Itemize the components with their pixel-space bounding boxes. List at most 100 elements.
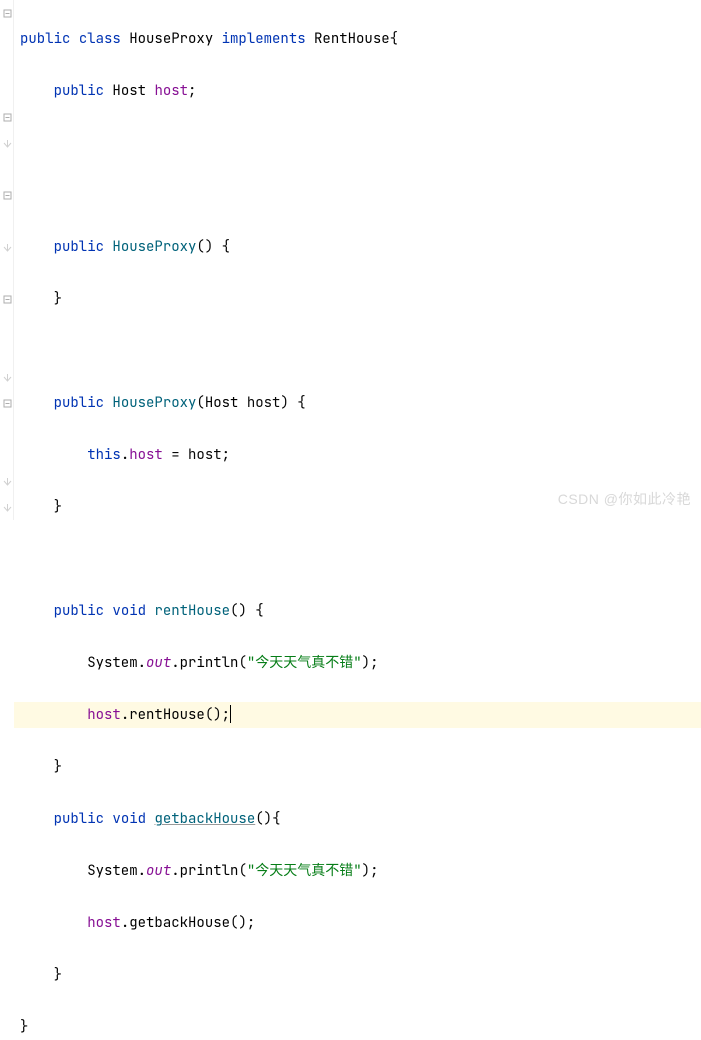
keyword: void bbox=[112, 810, 146, 828]
semicolon: ; bbox=[222, 706, 230, 724]
type-name: Host bbox=[112, 82, 146, 100]
text-caret bbox=[230, 705, 231, 723]
method-call: rentHouse bbox=[129, 706, 205, 724]
code-line[interactable]: public class HouseProxy implements RentH… bbox=[14, 26, 701, 52]
fold-icon[interactable] bbox=[2, 112, 12, 122]
paren: ) bbox=[238, 914, 246, 932]
fold-icon[interactable] bbox=[2, 398, 12, 408]
brace: } bbox=[54, 966, 62, 984]
keyword: public bbox=[20, 30, 70, 48]
code-line-current[interactable]: host.rentHouse(); bbox=[14, 702, 701, 728]
brace: { bbox=[390, 30, 398, 48]
string-literal: "今天天气真不错" bbox=[247, 654, 362, 672]
fold-end-icon[interactable] bbox=[2, 242, 12, 252]
brace: { bbox=[272, 810, 280, 828]
class-ref: System bbox=[87, 654, 137, 672]
keyword: class bbox=[79, 30, 121, 48]
dot: . bbox=[171, 654, 179, 672]
editor-gutter bbox=[0, 0, 14, 520]
code-line[interactable]: public HouseProxy(Host host) { bbox=[14, 390, 701, 416]
field-name: host bbox=[154, 82, 188, 100]
constructor-name: HouseProxy bbox=[112, 238, 196, 256]
code-line[interactable]: System.out.println("今天天气真不错"); bbox=[14, 650, 701, 676]
brace: { bbox=[222, 238, 230, 256]
method-name: getbackHouse bbox=[154, 810, 255, 828]
paren: ( bbox=[230, 914, 238, 932]
paren: ) bbox=[238, 602, 246, 620]
static-field: out bbox=[146, 654, 171, 672]
semicolon: ; bbox=[222, 446, 230, 464]
code-editor[interactable]: public class HouseProxy implements RentH… bbox=[14, 0, 701, 1040]
dot: . bbox=[121, 914, 129, 932]
code-line[interactable] bbox=[14, 546, 701, 572]
fold-icon[interactable] bbox=[2, 190, 12, 200]
brace: } bbox=[54, 290, 62, 308]
brace: } bbox=[54, 758, 62, 776]
code-line[interactable]: host.getbackHouse(); bbox=[14, 910, 701, 936]
method-name: rentHouse bbox=[154, 602, 230, 620]
keyword: this bbox=[87, 446, 121, 464]
semicolon: ; bbox=[370, 654, 378, 672]
code-line[interactable]: System.out.println("今天天气真不错"); bbox=[14, 858, 701, 884]
paren: ) bbox=[264, 810, 272, 828]
keyword: public bbox=[54, 810, 104, 828]
code-line[interactable]: public void rentHouse() { bbox=[14, 598, 701, 624]
constructor-name: HouseProxy bbox=[112, 394, 196, 412]
paren: ( bbox=[230, 602, 238, 620]
code-line[interactable]: } bbox=[14, 494, 701, 520]
code-line[interactable] bbox=[14, 182, 701, 208]
fold-icon[interactable] bbox=[2, 8, 12, 18]
keyword: public bbox=[54, 238, 104, 256]
code-line[interactable]: } bbox=[14, 286, 701, 312]
code-line[interactable]: public Host host; bbox=[14, 78, 701, 104]
keyword: public bbox=[54, 602, 104, 620]
fold-end-icon[interactable] bbox=[2, 372, 12, 382]
keyword: implements bbox=[222, 30, 306, 48]
paren: ( bbox=[238, 862, 246, 880]
param-name: host bbox=[247, 394, 281, 412]
code-line[interactable]: public void getbackHouse(){ bbox=[14, 806, 701, 832]
method-call: getbackHouse bbox=[129, 914, 230, 932]
fold-end-icon[interactable] bbox=[2, 138, 12, 148]
paren: ) bbox=[280, 394, 288, 412]
paren: ) bbox=[362, 862, 370, 880]
interface-name: RentHouse bbox=[314, 30, 390, 48]
code-line[interactable]: } bbox=[14, 1014, 701, 1040]
class-name: HouseProxy bbox=[129, 30, 213, 48]
dot: . bbox=[138, 654, 146, 672]
fold-end-icon[interactable] bbox=[2, 476, 12, 486]
brace: } bbox=[54, 498, 62, 516]
field-ref: host bbox=[87, 914, 121, 932]
fold-icon[interactable] bbox=[2, 294, 12, 304]
paren: ) bbox=[362, 654, 370, 672]
method-call: println bbox=[180, 862, 239, 880]
paren: ( bbox=[196, 394, 204, 412]
op-equals: = bbox=[163, 446, 188, 464]
string-literal: "今天天气真不错" bbox=[247, 862, 362, 880]
paren: ( bbox=[196, 238, 204, 256]
semicolon: ; bbox=[188, 82, 196, 100]
brace: } bbox=[20, 1018, 28, 1036]
type-name: Host bbox=[205, 394, 239, 412]
dot: . bbox=[121, 446, 129, 464]
code-line[interactable]: public HouseProxy() { bbox=[14, 234, 701, 260]
code-line[interactable]: } bbox=[14, 962, 701, 988]
fold-end-icon[interactable] bbox=[2, 502, 12, 512]
code-line[interactable]: } bbox=[14, 754, 701, 780]
semicolon: ; bbox=[370, 862, 378, 880]
field-ref: host bbox=[87, 706, 121, 724]
method-call: println bbox=[180, 654, 239, 672]
field-name: host bbox=[129, 446, 163, 464]
paren: ( bbox=[205, 706, 213, 724]
code-line[interactable] bbox=[14, 338, 701, 364]
paren: ) bbox=[213, 706, 221, 724]
paren: ( bbox=[238, 654, 246, 672]
code-line[interactable]: this.host = host; bbox=[14, 442, 701, 468]
class-ref: System bbox=[87, 862, 137, 880]
brace: { bbox=[297, 394, 305, 412]
dot: . bbox=[121, 706, 129, 724]
static-field: out bbox=[146, 862, 171, 880]
paren: ) bbox=[205, 238, 213, 256]
keyword: void bbox=[112, 602, 146, 620]
code-line[interactable] bbox=[14, 130, 701, 156]
